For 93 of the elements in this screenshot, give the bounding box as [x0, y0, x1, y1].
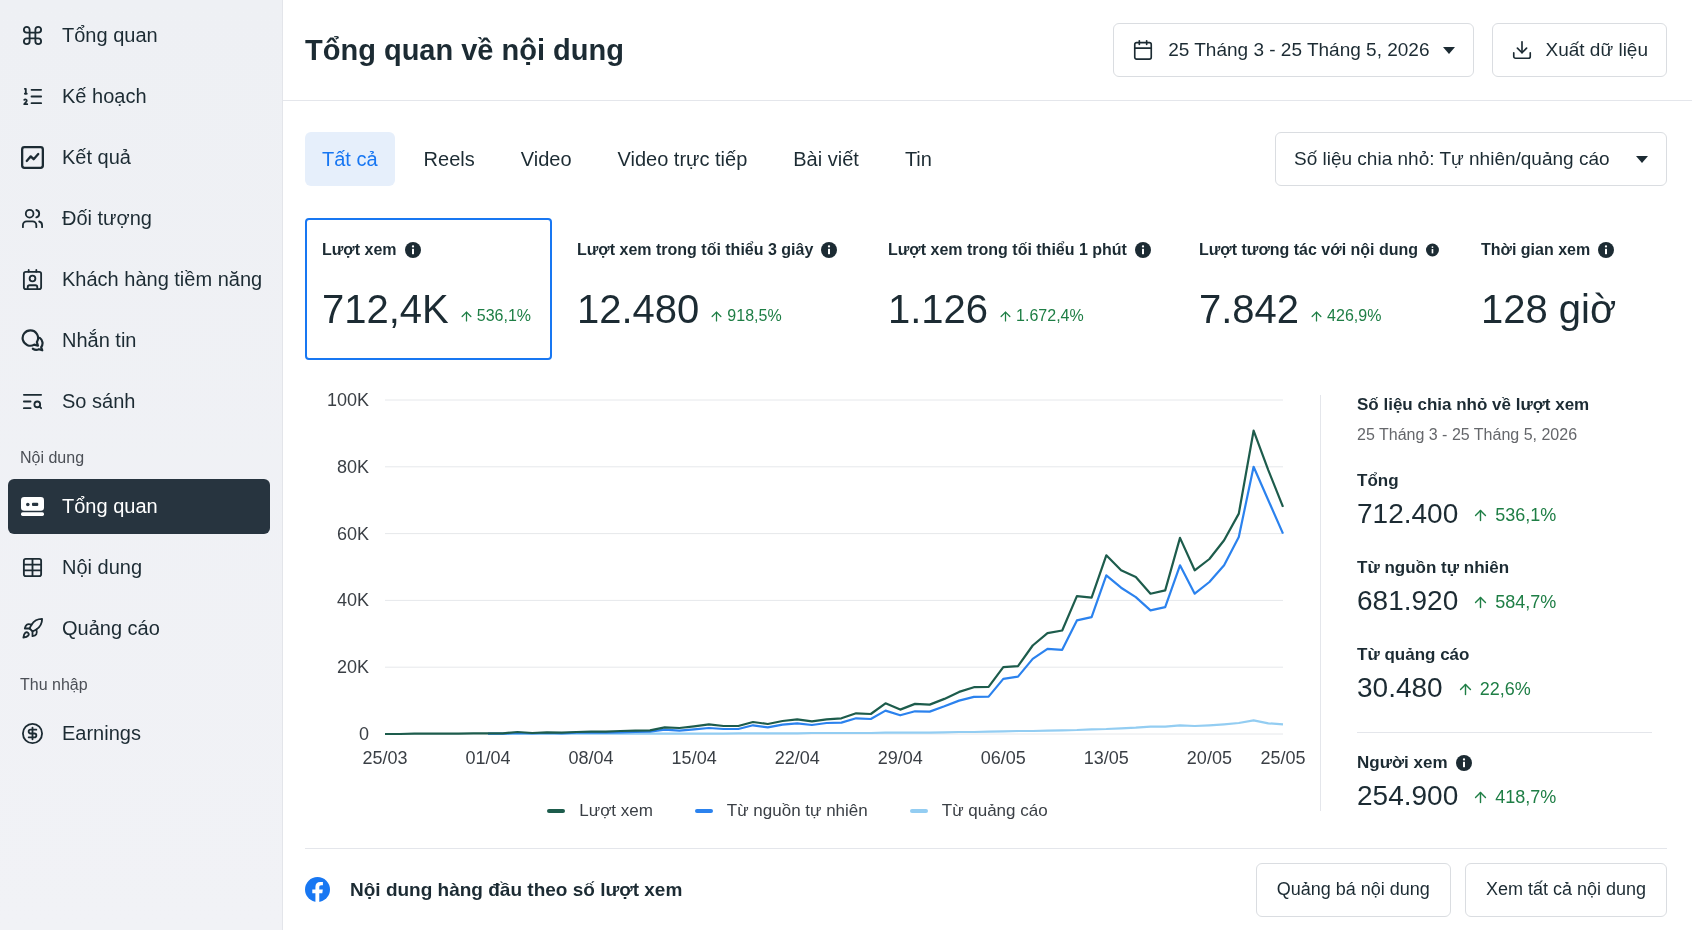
numbered-list-icon — [21, 85, 44, 108]
sidebar-item[interactable]: Tổng quan — [8, 479, 270, 534]
metric-label: Lượt xem — [322, 241, 397, 259]
x-axis-label: 25/05 — [1260, 748, 1305, 768]
sidebar-item[interactable]: Kết quả — [8, 130, 270, 185]
change-value: 584,7% — [1495, 592, 1557, 613]
sidebar-item[interactable]: Nội dung — [8, 540, 270, 595]
metric-card[interactable]: Lượt tương tác với nội dung 7.842 426,9% — [1182, 218, 1456, 360]
change-value: 536,1% — [476, 307, 532, 325]
content-tab[interactable]: Bài viết — [776, 132, 876, 186]
metric-value: 712,4K — [322, 286, 449, 333]
sidebar-item[interactable]: Khách hàng tiềm năng — [8, 252, 270, 307]
x-axis-label: 29/04 — [877, 748, 923, 768]
sidebar-section-heading: Thu nhập — [20, 675, 89, 695]
metric-card[interactable]: Lượt xem 712,4K 536,1% — [305, 218, 552, 360]
content-tab[interactable]: Tin — [887, 132, 949, 186]
breakdown-value: 254.900 — [1357, 779, 1459, 813]
panel-date-range: 25 Tháng 3 - 25 Tháng 5, 2026 — [1357, 425, 1579, 445]
facebook-logo-icon — [305, 877, 330, 902]
x-axis-label: 22/04 — [774, 748, 820, 768]
calendar-icon — [1132, 39, 1155, 61]
sidebar-item[interactable]: Nhắn tin — [8, 313, 270, 368]
sidebar-item[interactable]: Kế hoạch — [8, 69, 270, 124]
change-value: 918,5% — [727, 307, 782, 325]
x-axis-label: 13/05 — [1083, 748, 1129, 768]
breakdown-value: 712.400 — [1357, 497, 1459, 531]
x-axis-label: 08/04 — [568, 748, 614, 768]
y-axis-label: 100K — [326, 390, 369, 410]
metric-card[interactable]: Thời gian xem 128 giờ — [1464, 218, 1667, 360]
breakdown-label: Từ nguồn tự nhiên — [1357, 558, 1510, 578]
legend-label: Từ quảng cáo — [941, 801, 1048, 821]
page-title: Tổng quan về nội dung — [305, 33, 624, 67]
metric-label: Lượt xem trong tối thiểu 1 phút — [888, 241, 1127, 259]
metric-label: Lượt xem trong tối thiểu 3 giây — [577, 241, 814, 259]
change-value: 1.672,4% — [1016, 307, 1084, 325]
sidebar-section-heading: Nội dung — [20, 448, 86, 468]
x-axis-label: 06/05 — [980, 748, 1026, 768]
rocket-icon — [21, 617, 44, 640]
sidebar-item[interactable]: Tổng quan — [8, 8, 270, 63]
legend-label: Từ nguồn tự nhiên — [726, 801, 868, 821]
breakdown-label: Tổng — [1357, 471, 1399, 491]
x-axis-label: 25/03 — [362, 748, 408, 768]
metric-label: Thời gian xem — [1481, 241, 1591, 259]
metric-card[interactable]: Lượt xem trong tối thiểu 3 giây 12.480 918,5% — [560, 218, 863, 360]
sidebar-item[interactable]: Earnings — [8, 706, 270, 761]
change-value: 22,6% — [1479, 679, 1531, 700]
sidebar-item[interactable]: Quảng cáo — [8, 601, 270, 656]
content-tab[interactable]: Video — [503, 132, 589, 186]
content-tab[interactable]: Tất cả — [305, 132, 395, 186]
x-axis-label: 01/04 — [465, 748, 511, 768]
sidebar-item[interactable]: Đối tượng — [8, 191, 270, 246]
legend-label: Lượt xem — [579, 801, 653, 821]
y-axis-label: 20K — [336, 657, 369, 678]
line-chart-icon — [21, 146, 44, 169]
content-tab[interactable]: Reels — [406, 132, 492, 186]
y-axis-label: 40K — [336, 590, 369, 611]
breakdown-value: 30.480 — [1357, 671, 1443, 705]
sidebar-item[interactable]: So sánh — [8, 374, 270, 429]
caret-icon — [1443, 46, 1456, 54]
action-button[interactable]: Quảng bá nội dung — [1255, 862, 1451, 917]
x-axis-label: 15/04 — [671, 748, 717, 768]
table-icon — [21, 556, 44, 579]
breakdown-dropdown[interactable]: Số liệu chia nhỏ: Tự nhiên/quảng cáo — [1275, 132, 1667, 186]
content-tab[interactable]: Video trực tiếp — [600, 132, 765, 186]
dollar-circle-icon — [21, 722, 44, 745]
metric-value: 1.126 — [888, 286, 989, 333]
people-icon — [21, 207, 44, 230]
metric-label: Lượt tương tác với nội dung — [1199, 241, 1419, 259]
dashboard-card-icon — [21, 495, 44, 518]
breakdown-label: Người xem — [1357, 753, 1448, 773]
panel-title: Số liệu chia nhỏ về lượt xem — [1357, 395, 1591, 415]
x-axis-label: 20/05 — [1186, 748, 1232, 768]
change-value: 418,7% — [1495, 787, 1557, 808]
y-axis-label: 80K — [336, 456, 369, 477]
export-button[interactable]: Xuất dữ liệu — [1492, 23, 1667, 77]
metric-value: 12.480 — [577, 286, 700, 333]
change-value: 536,1% — [1495, 505, 1557, 526]
date-range-button[interactable]: 25 Tháng 3 - 25 Tháng 5, 2026 — [1113, 23, 1475, 77]
change-value: 426,9% — [1327, 307, 1382, 325]
caret-icon — [1636, 155, 1648, 163]
download-icon — [1511, 39, 1534, 61]
metric-value: 128 giờ — [1481, 286, 1617, 333]
metric-value: 7.842 — [1199, 286, 1300, 333]
breakdown-value: 681.920 — [1357, 584, 1459, 618]
id-card-icon — [21, 268, 44, 291]
y-axis-label: 0 — [359, 724, 369, 744]
chat-bubbles-icon — [21, 329, 44, 352]
y-axis-label: 60K — [336, 523, 369, 544]
metric-card[interactable]: Lượt xem trong tối thiểu 1 phút 1.126 1.672,4% — [871, 218, 1174, 360]
command-icon — [21, 24, 44, 47]
section-title: Nội dung hàng đầu theo số lượt xem — [350, 878, 683, 901]
breakdown-label: Từ quảng cáo — [1357, 645, 1470, 665]
action-button[interactable]: Xem tất cả nội dung — [1464, 862, 1667, 917]
